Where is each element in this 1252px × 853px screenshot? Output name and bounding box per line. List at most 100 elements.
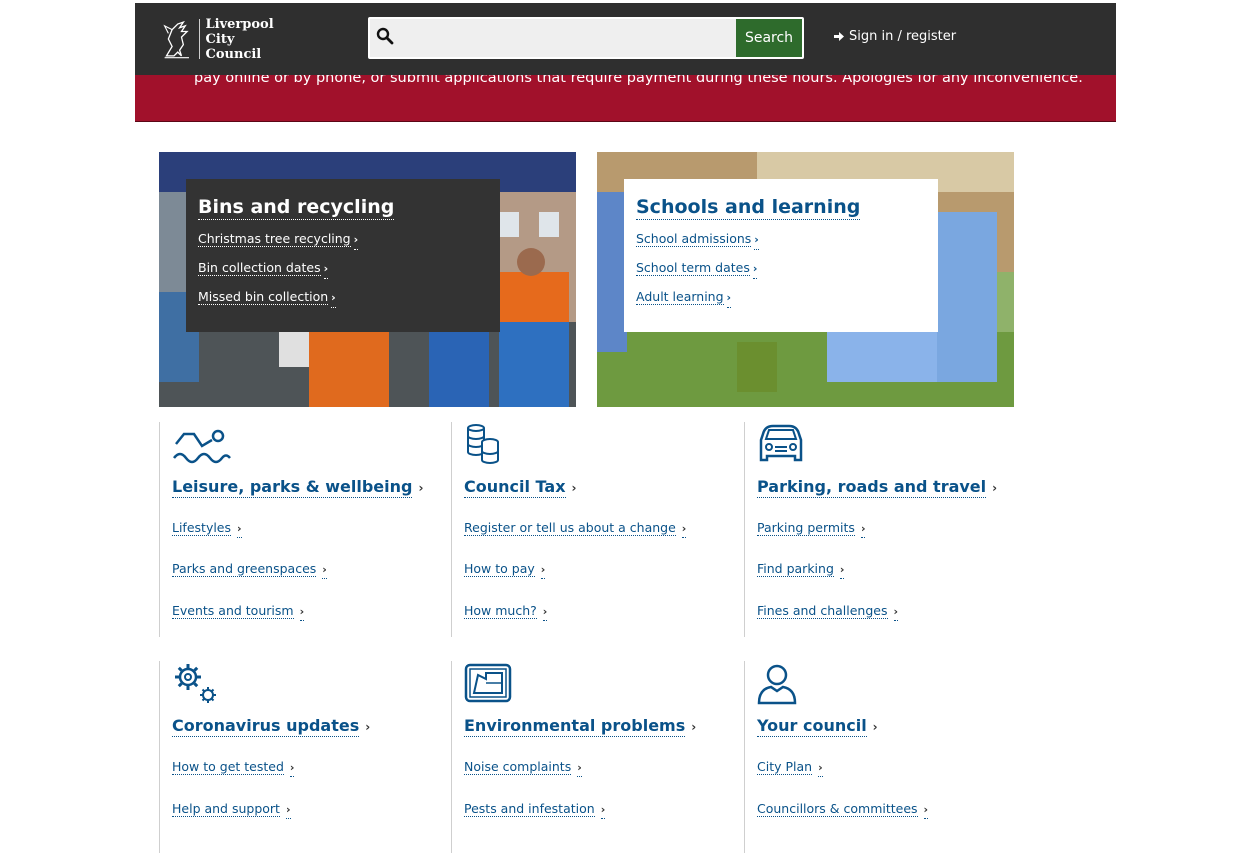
chevron-right-icon: › xyxy=(681,521,687,538)
link-fines-challenges[interactable]: Fines and challenges › xyxy=(757,603,1037,621)
link-label: Parks and greenspaces xyxy=(172,561,317,577)
link-how-much[interactable]: How much? › xyxy=(464,603,744,621)
link-parks-greenspaces[interactable]: Parks and greenspaces › xyxy=(172,561,452,579)
link-label: School term dates xyxy=(636,260,750,276)
category-title[interactable]: Environmental problems xyxy=(464,716,686,737)
chevron-right-icon: › xyxy=(860,521,866,538)
link-label: Noise complaints xyxy=(464,759,572,775)
alert-text: pay online or by phone, or submit applic… xyxy=(194,75,1083,86)
link-lifestyles[interactable]: Lifestyles › xyxy=(172,520,452,538)
link-city-plan[interactable]: City Plan › xyxy=(757,759,1037,777)
link-how-to-get-tested[interactable]: How to get tested › xyxy=(172,759,452,777)
chevron-right-icon: › xyxy=(331,289,336,308)
link-register-change[interactable]: Register or tell us about a change › xyxy=(464,520,744,538)
chevron-right-icon: › xyxy=(299,604,305,621)
search-icon xyxy=(376,27,394,45)
schools-panel: Schools and learning School admissions › … xyxy=(624,179,938,332)
link-parking-permits[interactable]: Parking permits › xyxy=(757,520,1037,538)
link-find-parking[interactable]: Find parking › xyxy=(757,561,1037,579)
search-button[interactable]: Search xyxy=(736,19,802,57)
swimmer-icon xyxy=(173,429,231,464)
council-logo[interactable]: Liverpool City Council xyxy=(159,16,289,62)
bins-title[interactable]: Bins and recycling xyxy=(198,195,395,220)
link-missed-bin-collection[interactable]: Missed bin collection › xyxy=(198,288,488,308)
sign-in-label: Sign in / register xyxy=(849,29,957,44)
chevron-right-icon: › xyxy=(323,260,329,279)
link-label: How to get tested xyxy=(172,759,284,775)
category-council-tax: Council Tax › Register or tell us about a… xyxy=(451,422,744,637)
link-pests-infestation[interactable]: Pests and infestation › xyxy=(464,801,744,819)
car-icon xyxy=(759,424,803,462)
chevron-right-icon: › xyxy=(353,231,359,250)
chevron-right-icon: › xyxy=(923,802,929,819)
link-label: Register or tell us about a change xyxy=(464,520,676,536)
chevron-right-icon: › xyxy=(285,802,291,819)
category-your-council: Your council › City Plan › Councillors & c… xyxy=(744,661,1037,853)
link-label: Adult learning xyxy=(636,289,724,305)
chevron-right-icon: › xyxy=(691,720,697,734)
site-header: Liverpool City Council Search Sign in / … xyxy=(135,3,1116,75)
link-label: How to pay xyxy=(464,561,535,577)
category-title[interactable]: Your council xyxy=(757,716,867,737)
logo-line-2: City Council xyxy=(205,31,262,62)
chevron-right-icon: › xyxy=(571,481,577,495)
link-christmas-tree-recycling[interactable]: Christmas tree recycling › xyxy=(198,230,488,250)
link-councillors-committees[interactable]: Councillors & committees › xyxy=(757,801,1037,819)
search-bar: Search xyxy=(368,17,804,59)
link-bin-collection-dates[interactable]: Bin collection dates › xyxy=(198,259,488,279)
chevron-right-icon: › xyxy=(577,760,582,777)
chevron-right-icon: › xyxy=(322,562,327,579)
alert-banner: pay online or by phone, or submit applic… xyxy=(135,75,1116,122)
sign-in-icon xyxy=(834,32,844,41)
link-label: Missed bin collection xyxy=(198,289,329,305)
link-school-admissions[interactable]: School admissions › xyxy=(636,230,926,250)
category-coronavirus: Coronavirus updates › How to get tested › … xyxy=(159,661,452,853)
link-label: City Plan xyxy=(757,759,813,775)
category-title[interactable]: Leisure, parks & wellbeing xyxy=(172,477,413,498)
chevron-right-icon: › xyxy=(726,289,732,308)
link-label: Help and support xyxy=(172,801,280,817)
link-help-support[interactable]: Help and support › xyxy=(172,801,452,819)
link-label: School admissions xyxy=(636,231,752,247)
chevron-right-icon: › xyxy=(540,562,546,579)
chevron-right-icon: › xyxy=(418,481,424,495)
link-label: Bin collection dates xyxy=(198,260,321,276)
chevron-right-icon: › xyxy=(872,720,878,734)
chevron-right-icon: › xyxy=(893,604,899,621)
chevron-right-icon: › xyxy=(542,604,548,621)
chevron-right-icon: › xyxy=(992,481,998,495)
link-noise-complaints[interactable]: Noise complaints › xyxy=(464,759,744,777)
search-input[interactable] xyxy=(400,21,730,55)
feature-bins: Bins and recycling Christmas tree recycl… xyxy=(159,152,576,407)
category-title[interactable]: Coronavirus updates xyxy=(172,716,360,737)
logo-text: Liverpool City Council xyxy=(206,17,289,62)
sign-in-link[interactable]: Sign in / register xyxy=(834,29,956,44)
logo-divider xyxy=(198,19,200,59)
category-title[interactable]: Council Tax xyxy=(464,477,566,498)
environment-icon xyxy=(464,663,512,703)
liver-bird-icon xyxy=(163,20,189,59)
person-icon xyxy=(757,664,797,705)
link-school-term-dates[interactable]: School term dates › xyxy=(636,259,926,279)
category-leisure: Leisure, parks & wellbeing › Lifestyles › … xyxy=(159,422,452,637)
link-events-tourism[interactable]: Events and tourism › xyxy=(172,603,452,621)
link-label: Events and tourism xyxy=(172,603,294,619)
schools-title[interactable]: Schools and learning xyxy=(636,195,861,220)
chevron-right-icon: › xyxy=(818,760,823,777)
link-label: Fines and challenges xyxy=(757,603,888,619)
bins-panel: Bins and recycling Christmas tree recycl… xyxy=(186,179,500,332)
chevron-right-icon: › xyxy=(839,562,845,579)
link-how-to-pay[interactable]: How to pay › xyxy=(464,561,744,579)
link-label: Christmas tree recycling xyxy=(198,231,351,247)
link-label: Parking permits xyxy=(757,520,855,536)
chevron-right-icon: › xyxy=(754,231,759,250)
link-adult-learning[interactable]: Adult learning › xyxy=(636,288,926,308)
category-environmental: Environmental problems › Noise complaints… xyxy=(451,661,744,853)
chevron-right-icon: › xyxy=(600,802,606,819)
category-title[interactable]: Parking, roads and travel xyxy=(757,477,987,498)
link-label: Councillors & committees xyxy=(757,801,918,817)
gears-icon xyxy=(175,664,216,703)
link-label: How much? xyxy=(464,603,537,619)
chevron-right-icon: › xyxy=(752,260,758,279)
feature-schools: Schools and learning School admissions › … xyxy=(597,152,1014,407)
